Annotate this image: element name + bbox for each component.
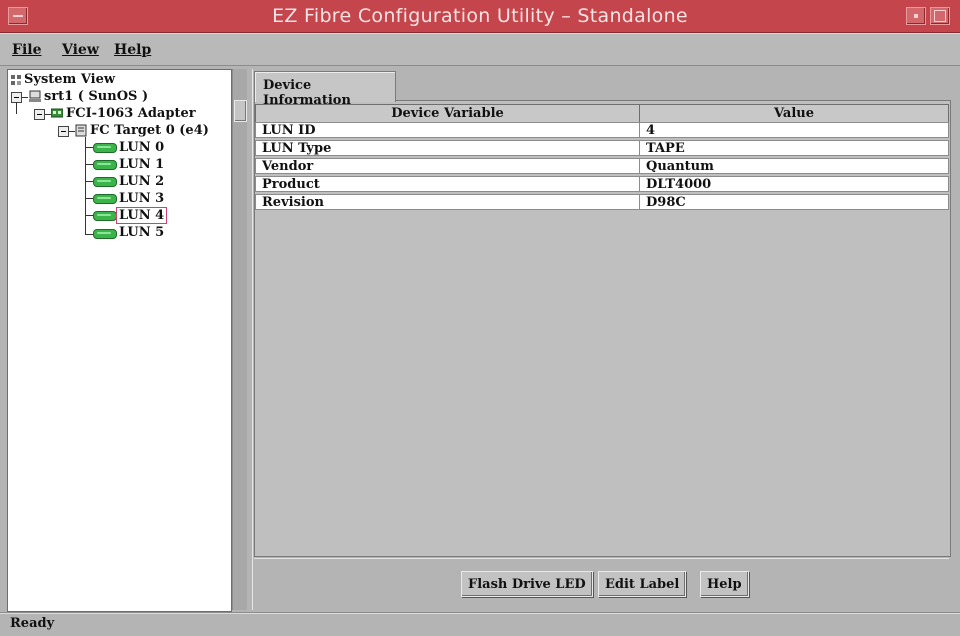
tree-host-label[interactable]: srt1 ( SunOS )	[44, 89, 148, 104]
edit-label-button[interactable]: Edit Label	[598, 571, 687, 597]
flash-drive-led-button[interactable]: Flash Drive LED	[461, 571, 593, 597]
system-tree[interactable]: System View srt1 ( SunOS ) FCI-1063 Adap…	[7, 69, 232, 612]
lun-disk-icon	[93, 194, 117, 204]
tree-lun-5[interactable]: LUN 5	[119, 225, 164, 240]
system-view-icon	[11, 75, 21, 85]
tree-lun-0[interactable]: LUN 0	[119, 140, 164, 155]
menu-view[interactable]: View	[62, 42, 99, 58]
tree-root-label[interactable]: System View	[24, 72, 115, 87]
tree-lun-1[interactable]: LUN 1	[119, 157, 164, 172]
tree-connector	[85, 137, 86, 235]
table-row-value: DLT4000	[639, 176, 949, 192]
tree-connector	[85, 215, 93, 216]
tree-lun-3[interactable]: LUN 3	[119, 191, 164, 206]
help-button[interactable]: Help	[700, 571, 749, 597]
menu-bar: File View Help	[0, 33, 960, 66]
maximize-icon[interactable]	[930, 7, 950, 25]
status-text: Ready	[10, 616, 55, 631]
menu-help-label: Help	[114, 42, 152, 58]
tree-lun-2[interactable]: LUN 2	[119, 174, 164, 189]
tree-connector	[22, 97, 28, 98]
tree-connector	[85, 147, 93, 148]
menu-help[interactable]: Help	[114, 42, 151, 58]
table-row-variable: Vendor	[255, 158, 640, 174]
minimize-icon[interactable]	[906, 7, 926, 25]
tree-lun-4-selected[interactable]: LUN 4	[116, 207, 168, 224]
table-row-value: Quantum	[639, 158, 949, 174]
tree-connector	[85, 234, 93, 235]
lun-tape-icon	[93, 211, 117, 221]
table-row-variable: LUN Type	[255, 140, 640, 156]
column-header-device-variable[interactable]: Device Variable	[255, 104, 640, 123]
lun-tape-icon	[93, 229, 117, 239]
table-row-value: 4	[639, 122, 949, 138]
tree-scrollbar-thumb[interactable]	[234, 100, 247, 122]
tree-connector	[16, 102, 17, 114]
tab-device-information[interactable]: Device Information	[254, 71, 396, 108]
host-computer-icon	[29, 90, 41, 102]
title-bar[interactable]: EZ Fibre Configuration Utility – Standal…	[0, 0, 960, 33]
menu-file-label: File	[12, 42, 42, 58]
lun-disk-icon	[93, 177, 117, 187]
app-window: EZ Fibre Configuration Utility – Standal…	[0, 0, 960, 636]
table-row-variable: LUN ID	[255, 122, 640, 138]
tree-connector	[85, 164, 93, 165]
target-device-icon	[75, 124, 87, 137]
tree-adapter-label[interactable]: FCI-1063 Adapter	[66, 106, 196, 121]
tree-connector	[85, 181, 93, 182]
adapter-card-icon	[51, 108, 63, 118]
window-title: EZ Fibre Configuration Utility – Standal…	[272, 5, 688, 27]
table-row-value: D98C	[639, 194, 949, 210]
tree-scrollbar[interactable]	[232, 69, 247, 610]
table-row-variable: Revision	[255, 194, 640, 210]
adapter-collapse-icon[interactable]	[34, 109, 45, 120]
column-header-value[interactable]: Value	[639, 104, 949, 123]
lun-disk-icon	[93, 143, 117, 153]
lun-disk-icon	[93, 160, 117, 170]
menu-file[interactable]: File	[12, 42, 41, 58]
table-row-variable: Product	[255, 176, 640, 192]
menu-view-label: View	[62, 42, 99, 58]
target-collapse-icon[interactable]	[58, 126, 69, 137]
table-row-value: TAPE	[639, 140, 949, 156]
tree-connector	[85, 198, 93, 199]
tree-target-label[interactable]: FC Target 0 (e4)	[90, 123, 209, 138]
status-bar: Ready	[0, 612, 960, 636]
